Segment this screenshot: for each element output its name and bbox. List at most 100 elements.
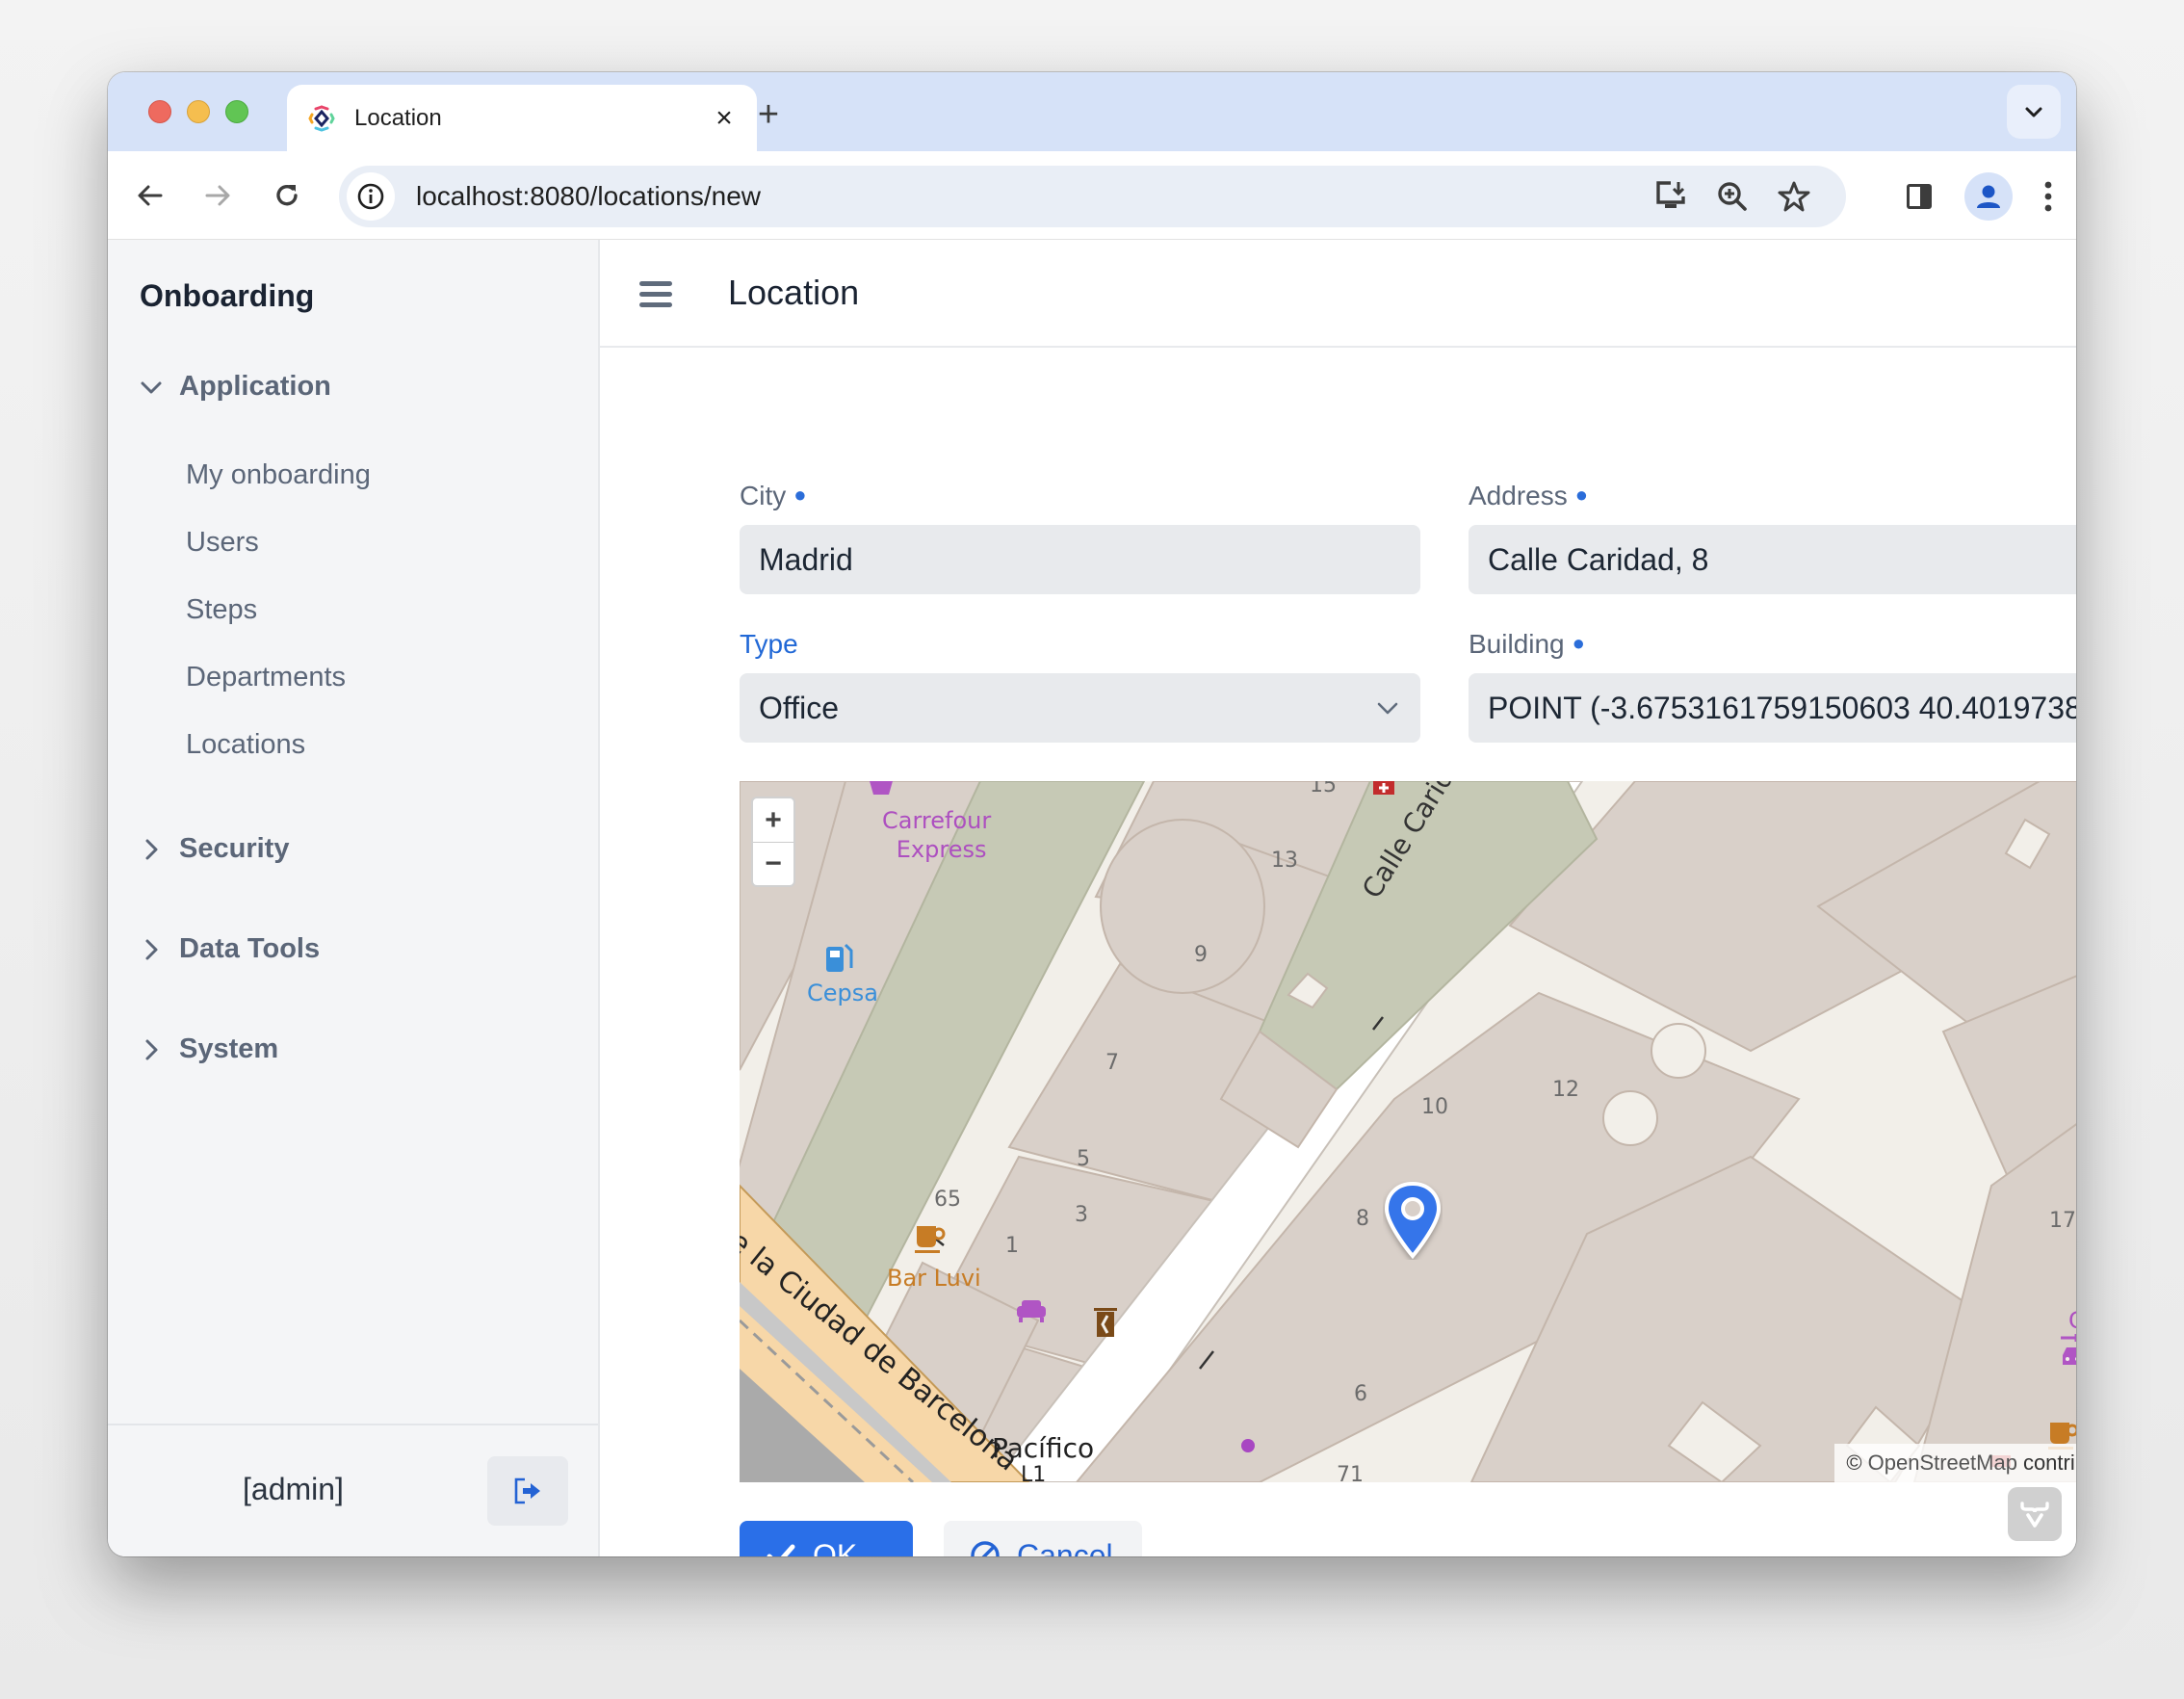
building-shape bbox=[1100, 819, 1265, 994]
side-panel-icon bbox=[1907, 184, 1932, 209]
sidebar-item-my-onboarding[interactable]: My onboarding bbox=[186, 459, 371, 491]
app-root: Onboarding Application My onboarding Use… bbox=[108, 240, 2076, 1556]
type-label-text: Type bbox=[740, 629, 798, 659]
map-view[interactable]: CarrefourExpress Cepsa Bar Luvi Granier … bbox=[740, 781, 2076, 1482]
bookmark-button[interactable] bbox=[1767, 170, 1821, 223]
type-select[interactable]: Office bbox=[740, 673, 1420, 743]
zoom-button[interactable] bbox=[1705, 170, 1759, 223]
poi-dot-icon bbox=[1241, 1439, 1255, 1452]
ok-button-label: OK bbox=[813, 1537, 858, 1557]
location-marker-icon[interactable] bbox=[1383, 1181, 1443, 1260]
logout-icon bbox=[514, 1477, 540, 1504]
fuel-station-icon bbox=[826, 943, 853, 972]
chevron-right-icon bbox=[137, 835, 166, 864]
chevron-down-icon bbox=[1377, 702, 1398, 715]
reload-button[interactable] bbox=[264, 172, 310, 219]
tab-strip: Location × + bbox=[108, 72, 2076, 151]
close-window-button[interactable] bbox=[148, 100, 171, 123]
building-field[interactable]: POINT (-3.6753161759150603 40.40197385 bbox=[1469, 673, 2076, 743]
house-number: 15 bbox=[1310, 781, 1337, 797]
nav-group-system[interactable]: System bbox=[108, 1033, 598, 1065]
profile-button[interactable] bbox=[1964, 172, 2013, 221]
city-label: City ● bbox=[740, 481, 807, 511]
site-info-icon bbox=[357, 183, 384, 210]
address-value: Calle Caridad, 8 bbox=[1488, 541, 1709, 577]
side-panel-button[interactable] bbox=[1895, 172, 1943, 221]
metro-label: Pacífico bbox=[992, 1432, 1095, 1464]
chevron-down-icon bbox=[137, 373, 166, 402]
menu-toggle-button[interactable] bbox=[636, 274, 678, 313]
more-menu-button[interactable] bbox=[2024, 172, 2072, 221]
nav-group-application[interactable]: Application bbox=[108, 371, 598, 403]
address-field[interactable]: Calle Caridad, 8 bbox=[1469, 525, 2076, 594]
nav-group-label: Data Tools bbox=[179, 933, 321, 964]
browser-tab[interactable]: Location × bbox=[287, 85, 757, 151]
new-tab-button[interactable]: + bbox=[747, 93, 790, 136]
house-number: 71 bbox=[1337, 1463, 1364, 1482]
poi-label-granier: Granier bbox=[2068, 1307, 2076, 1334]
sidebar-item-departments[interactable]: Departments bbox=[186, 662, 346, 693]
tab-search-button[interactable] bbox=[2007, 85, 2061, 139]
page-title: Location bbox=[728, 273, 860, 312]
copyright-symbol: © bbox=[1846, 1451, 1862, 1475]
sidebar-item-users[interactable]: Users bbox=[186, 527, 259, 559]
maximize-window-button[interactable] bbox=[225, 100, 248, 123]
main-header: Location bbox=[600, 240, 2076, 348]
cafe-icon bbox=[915, 1226, 946, 1253]
address-bar[interactable]: localhost:8080/locations/new bbox=[339, 166, 1846, 227]
type-label: Type bbox=[740, 629, 798, 660]
checkmark-icon bbox=[767, 1544, 795, 1556]
cancel-button[interactable]: Cancel bbox=[944, 1521, 1142, 1556]
dev-tools-button[interactable] bbox=[2008, 1487, 2062, 1541]
nav-group-security[interactable]: Security bbox=[108, 833, 598, 865]
nav-group-data-tools[interactable]: Data Tools bbox=[108, 933, 598, 965]
city-value: Madrid bbox=[759, 541, 853, 577]
tab-title: Location bbox=[354, 104, 442, 131]
poi-label-line: Express bbox=[896, 836, 987, 863]
nav-group-label: Application bbox=[179, 371, 331, 402]
poi-label-bar: Bar Luvi bbox=[887, 1265, 981, 1292]
osm-attribution-link[interactable]: OpenStreetMap bbox=[1868, 1451, 2017, 1476]
back-button[interactable] bbox=[127, 172, 173, 219]
building-label-text: Building bbox=[1469, 629, 1565, 659]
install-app-button[interactable] bbox=[1644, 170, 1698, 223]
map-tiles bbox=[740, 781, 2076, 1482]
ban-icon bbox=[971, 1541, 1000, 1556]
map-zoom-in-button[interactable]: + bbox=[753, 798, 793, 842]
nav-group-label: System bbox=[179, 1033, 279, 1064]
chevron-right-icon bbox=[137, 1035, 166, 1064]
city-field[interactable]: Madrid bbox=[740, 525, 1420, 594]
forward-button[interactable] bbox=[195, 172, 241, 219]
required-indicator: ● bbox=[793, 483, 807, 507]
atm-icon bbox=[1094, 1308, 1117, 1337]
supermarket-icon bbox=[870, 781, 893, 795]
sidebar-item-steps[interactable]: Steps bbox=[186, 594, 257, 626]
cancel-button-label: Cancel bbox=[1017, 1537, 1113, 1557]
site-info-button[interactable] bbox=[347, 172, 395, 221]
house-number: 3 bbox=[1075, 1203, 1088, 1227]
favicon-icon bbox=[308, 105, 335, 132]
house-number: 1 bbox=[1005, 1234, 1019, 1258]
forward-arrow-icon bbox=[205, 185, 230, 206]
sidebar-item-locations[interactable]: Locations bbox=[186, 729, 305, 761]
building-value: POINT (-3.6753161759150603 40.40197385 bbox=[1488, 690, 2076, 725]
minimize-window-button[interactable] bbox=[187, 100, 210, 123]
hamburger-icon-bar bbox=[639, 291, 672, 297]
url-text[interactable]: localhost:8080/locations/new bbox=[416, 181, 1644, 212]
tab-close-button[interactable]: × bbox=[705, 99, 743, 138]
courtyard bbox=[1651, 1023, 1706, 1079]
main-content: Location City ● Madrid Address ● Calle Car… bbox=[600, 240, 2076, 1556]
hamburger-icon-bar bbox=[639, 301, 672, 307]
more-menu-icon bbox=[2044, 181, 2052, 212]
sidebar-footer: [admin] bbox=[108, 1424, 598, 1556]
vaadin-logo-icon bbox=[2020, 1502, 2049, 1528]
attribution-suffix: contributors. bbox=[2022, 1451, 2076, 1475]
ok-button[interactable]: OK bbox=[740, 1521, 913, 1556]
logout-button[interactable] bbox=[487, 1456, 568, 1526]
house-number: 12 bbox=[1552, 1078, 1579, 1102]
map-zoom-out-button[interactable]: − bbox=[753, 842, 793, 885]
poi-label-line: Carrefour bbox=[882, 807, 992, 834]
profile-avatar-icon bbox=[1977, 185, 2000, 208]
reload-icon bbox=[276, 185, 298, 206]
required-indicator: ● bbox=[1572, 631, 1585, 655]
